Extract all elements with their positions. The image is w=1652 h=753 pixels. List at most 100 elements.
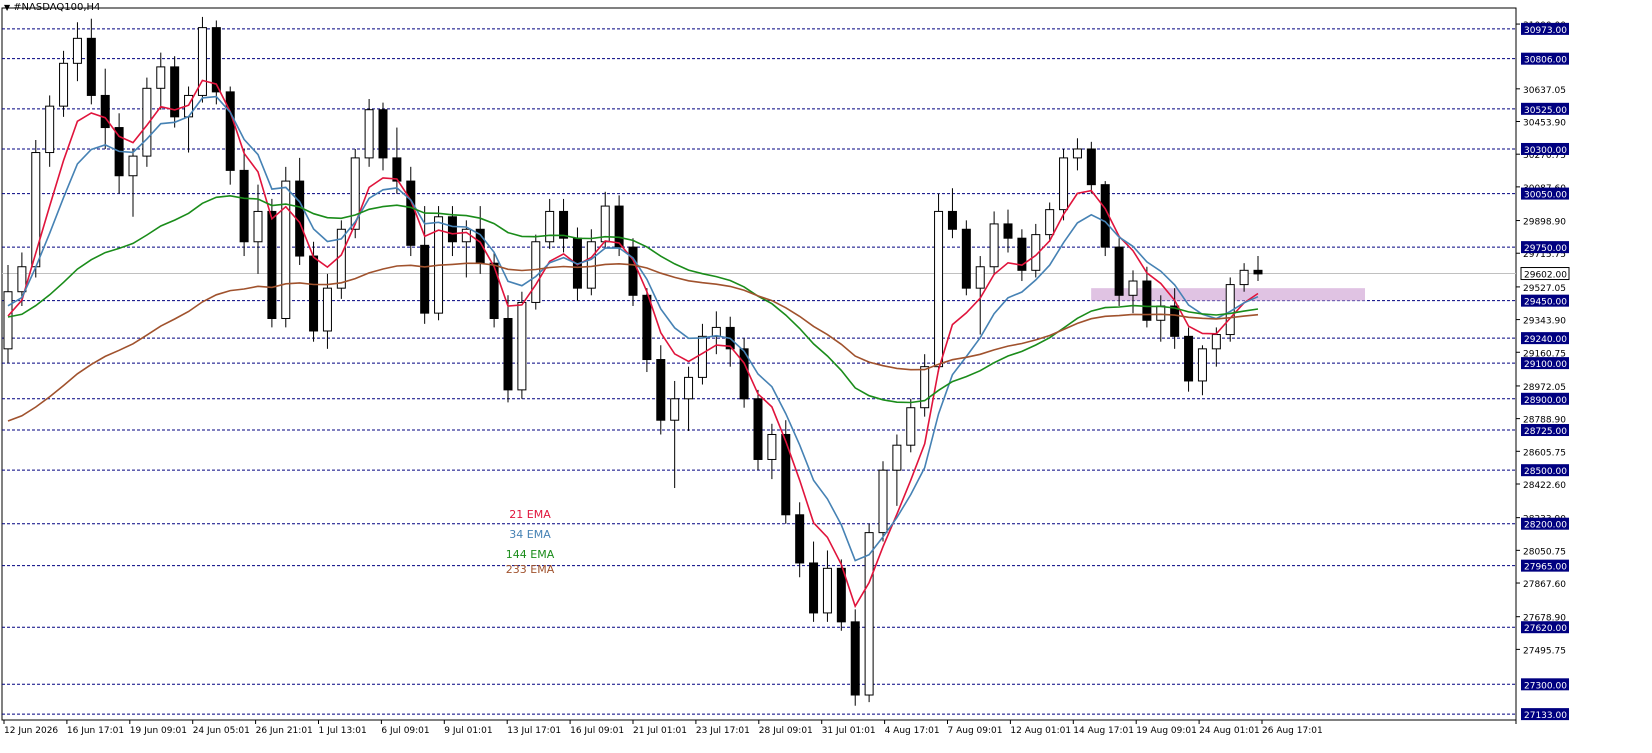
candle-bear — [1170, 305, 1180, 337]
candle-bull — [3, 291, 13, 350]
date-label: 24 Jun 05:01 — [193, 726, 250, 736]
candle-bear — [836, 567, 846, 623]
date-label: 23 Jul 17:01 — [696, 726, 750, 736]
price-chart[interactable]: 31000.0030637.0530453.9030270.7530087.60… — [0, 0, 1652, 748]
date-label: 24 Aug 01:01 — [1199, 726, 1260, 736]
level-label: 30806.00 — [1524, 56, 1567, 66]
price-tick-label: 29527.05 — [1523, 284, 1566, 294]
legend-entry: 34 EMA — [509, 528, 551, 541]
price-tick-label: 27867.60 — [1523, 580, 1566, 590]
candle-bull — [517, 301, 527, 391]
price-tick-label: 28972.05 — [1523, 383, 1566, 393]
candle-bear — [267, 210, 277, 319]
date-label: 12 Jun 2026 — [4, 726, 58, 736]
candle-bear — [1086, 148, 1096, 186]
date-label: 26 Aug 17:01 — [1262, 726, 1323, 736]
candle-bear — [947, 210, 957, 230]
candle-bear — [378, 109, 388, 159]
date-label: 6 Jul 09:01 — [381, 726, 429, 736]
candle-bear — [239, 169, 249, 243]
price-tick-label: 30637.05 — [1523, 86, 1566, 96]
date-label: 28 Jul 09:01 — [759, 726, 813, 736]
candle-bear — [392, 157, 402, 182]
date-label: 7 Aug 09:01 — [948, 726, 1003, 736]
candle-bull — [156, 66, 166, 89]
candle-bear — [809, 562, 819, 614]
candle-bear — [642, 294, 652, 361]
candle-bear — [961, 228, 971, 289]
chart-area[interactable]: ▼ #NASDAQ100,H4 31000.0030637.0530453.90… — [0, 0, 1652, 748]
candle-bull — [1045, 209, 1055, 236]
date-label: 4 Aug 17:01 — [885, 726, 940, 736]
collapse-arrow-icon[interactable]: ▼ — [4, 3, 10, 13]
candle-bear — [1253, 269, 1263, 275]
ema-21-line — [7, 79, 1259, 609]
candle-bull — [531, 241, 541, 303]
candle-bear — [86, 37, 96, 96]
candle-bull — [586, 241, 596, 289]
candle-bull — [1197, 348, 1207, 382]
level-label: 28500.00 — [1524, 467, 1567, 477]
date-label: 1 Jul 13:01 — [319, 726, 367, 736]
date-label: 12 Aug 01:01 — [1010, 726, 1071, 736]
candle-bull — [934, 210, 944, 368]
date-label: 13 Jul 17:01 — [507, 726, 561, 736]
candle-bull — [281, 180, 291, 319]
candle-bear — [1114, 246, 1124, 296]
candle-bull — [1072, 148, 1082, 159]
ema-34-line — [7, 95, 1259, 562]
candle-bull — [1128, 280, 1138, 296]
level-label: 27965.00 — [1524, 563, 1567, 573]
candle-bear — [795, 514, 805, 564]
candle-bull — [253, 210, 263, 243]
level-label: 29450.00 — [1524, 298, 1567, 308]
level-label: 27133.00 — [1524, 711, 1567, 721]
level-label: 29750.00 — [1524, 244, 1567, 254]
candle-bull — [322, 287, 332, 332]
candle-bull — [1156, 305, 1166, 321]
date-label: 14 Aug 17:01 — [1073, 726, 1134, 736]
price-tick-label: 30453.90 — [1523, 119, 1566, 129]
date-label: 21 Jul 01:01 — [633, 726, 687, 736]
candle-bear — [225, 91, 235, 171]
level-label: 28725.00 — [1524, 427, 1567, 437]
candle-bull — [45, 105, 55, 154]
candle-bull — [684, 376, 694, 400]
candle-bull — [989, 223, 999, 268]
candle-bull — [975, 266, 985, 289]
candle-bear — [309, 255, 319, 332]
candle-bull — [59, 62, 69, 107]
candle-bear — [628, 246, 638, 296]
candle-bear — [1184, 335, 1194, 382]
candle-bull — [906, 407, 916, 446]
price-tick-label: 28422.60 — [1523, 481, 1566, 491]
level-label: 27620.00 — [1524, 624, 1567, 634]
candle-bull — [1239, 269, 1249, 286]
candle-bull — [461, 228, 471, 243]
candle-bear — [781, 433, 791, 516]
price-tick-label: 28605.75 — [1523, 448, 1566, 458]
date-label: 16 Jul 09:01 — [570, 726, 624, 736]
candle-bear — [211, 27, 221, 93]
level-label: 28900.00 — [1524, 396, 1567, 406]
candle-bear — [850, 621, 860, 696]
candle-bull — [892, 444, 902, 471]
candle-bull — [545, 210, 555, 243]
candle-bull — [364, 109, 374, 159]
candle-bear — [406, 180, 416, 246]
symbol-title: #NASDAQ100,H4 — [13, 2, 101, 13]
level-label: 30300.00 — [1524, 146, 1567, 156]
price-tick-label: 27495.75 — [1523, 646, 1566, 656]
candle-bear — [489, 262, 499, 319]
level-label: 28200.00 — [1524, 521, 1567, 531]
candle-bull — [822, 567, 832, 614]
candle-bear — [656, 359, 666, 421]
candle-bull — [670, 398, 680, 421]
legend-entry: 233 EMA — [506, 563, 555, 576]
candle-bear — [753, 398, 763, 460]
date-label: 9 Jul 01:01 — [444, 726, 492, 736]
legend-entry: 21 EMA — [509, 508, 551, 521]
level-label: 30525.00 — [1524, 106, 1567, 116]
candle-bull — [767, 433, 777, 460]
candle-bull — [72, 37, 82, 64]
